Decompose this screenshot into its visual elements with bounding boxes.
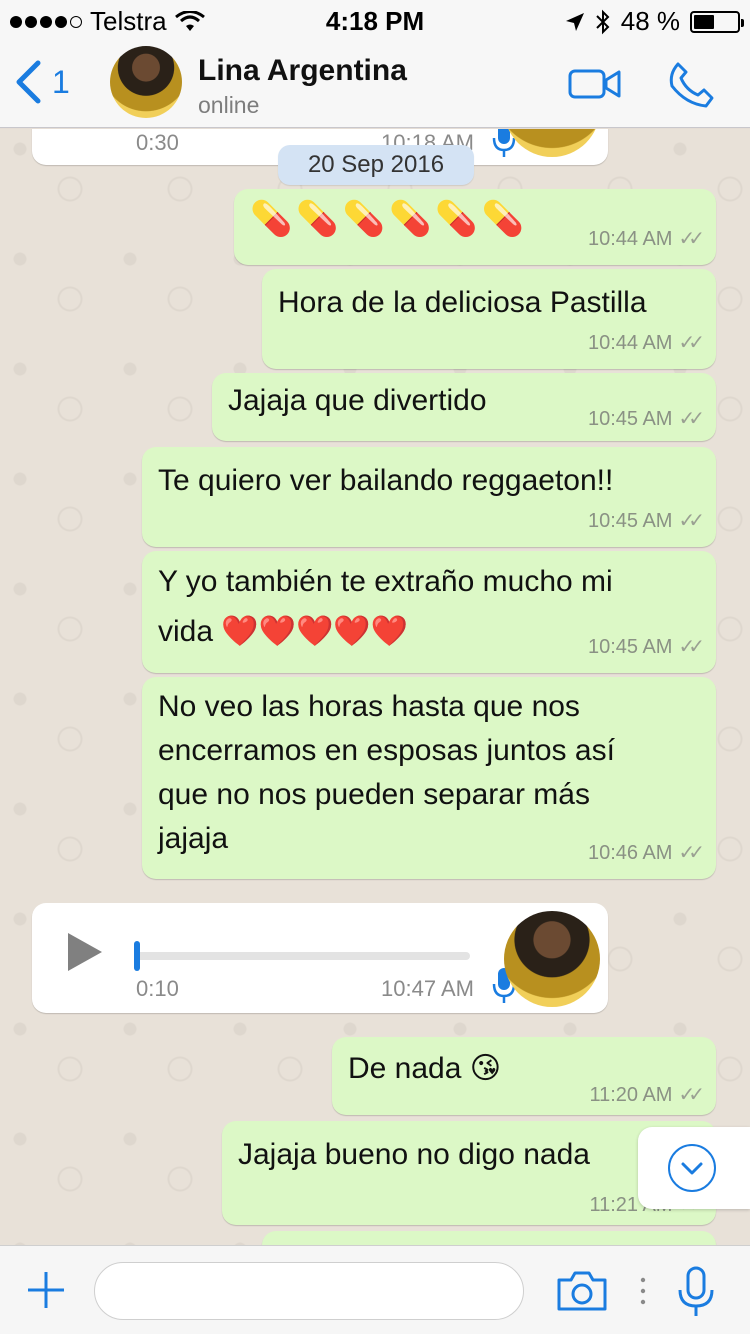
message-line: vida ❤️❤️❤️❤️❤️ [158, 615, 409, 648]
message-line: No veo las horas hasta que nos [158, 690, 580, 723]
sender-avatar [504, 911, 600, 1007]
message-bubble[interactable]: No veo las horas hasta que nos encerramo… [142, 677, 716, 879]
message-time: 11:20 AM [589, 1084, 673, 1106]
battery-icon [690, 10, 744, 33]
message-time: 10:47 AM [381, 976, 474, 1001]
sender-avatar [504, 129, 600, 157]
battery-percentage: 48 % [620, 6, 680, 36]
voice-progress-track[interactable] [136, 952, 470, 960]
status-right: 48 % [565, 6, 744, 37]
message-text: 💊💊💊💊💊💊 [250, 200, 529, 238]
message-bubble[interactable]: Jajaja que divertido 10:45 AM ✓✓ [212, 373, 716, 441]
unread-count: 1 [52, 63, 70, 100]
video-call-icon[interactable] [568, 66, 622, 102]
double-check-icon: ✓✓ [678, 636, 704, 658]
message-line: Y yo también te extraño mucho mi [158, 565, 613, 598]
message-input[interactable] [94, 1262, 524, 1320]
message-time: 10:44 AM [587, 228, 673, 250]
message-bubble-partial[interactable] [262, 1231, 716, 1245]
message-meta: 10:44 AM ✓✓ [587, 331, 705, 355]
battery-level [694, 14, 715, 29]
back-button[interactable]: 1 [14, 60, 70, 104]
message-text: Hora de la deliciosa Pastilla [278, 286, 647, 319]
voice-progress-knob[interactable] [134, 941, 140, 971]
composer-bar [0, 1245, 750, 1334]
contact-status: online [198, 92, 260, 118]
message-time: 10:45 AM [587, 636, 673, 658]
voice-duration: 0:10 [136, 976, 179, 1001]
contact-avatar[interactable] [110, 46, 182, 118]
message-text: Jajaja que divertido [228, 384, 487, 417]
contact-name[interactable]: Lina Argentina [198, 54, 407, 88]
message-meta: 11:20 AM ✓✓ [589, 1083, 704, 1107]
divider-dots [640, 1277, 646, 1305]
chat-header: 1 Lina Argentina online [0, 40, 750, 128]
location-arrow-icon [565, 12, 584, 31]
message-text: Jajaja bueno no digo nada [238, 1138, 590, 1171]
double-check-icon: ✓✓ [678, 228, 704, 250]
bluetooth-icon [596, 9, 610, 34]
phone-icon[interactable] [666, 60, 716, 110]
message-meta: 10:46 AM ✓✓ [587, 841, 705, 865]
message-time: 10:46 AM [587, 842, 673, 864]
message-bubble[interactable]: Y yo también te extraño mucho mi vida ❤️… [142, 551, 716, 673]
microphone-icon[interactable] [676, 1266, 716, 1318]
message-text: De nada 😘 [348, 1052, 502, 1085]
message-bubble[interactable]: De nada 😘 11:20 AM ✓✓ [332, 1037, 716, 1115]
message-bubble[interactable]: Hora de la deliciosa Pastilla 10:44 AM ✓… [262, 269, 716, 369]
message-time: 10:45 AM [587, 510, 673, 532]
double-check-icon: ✓✓ [678, 842, 704, 864]
scroll-to-bottom-button[interactable] [638, 1127, 750, 1209]
play-icon[interactable] [68, 933, 102, 971]
chat-area[interactable]: 0:30 10:18 AM 20 Sep 2016 💊💊💊💊💊💊 10:44 A… [0, 129, 750, 1245]
voice-duration: 0:30 [136, 130, 179, 155]
message-text: Te quiero ver bailando reggaeton!! [158, 464, 614, 497]
message-line: que no nos pueden separar más [158, 778, 590, 811]
chevron-left-icon [16, 60, 41, 104]
double-check-icon: ✓✓ [678, 1084, 704, 1106]
double-check-icon: ✓✓ [678, 510, 704, 532]
message-meta: 10:45 AM ✓✓ [587, 635, 705, 659]
message-time: 10:45 AM [587, 408, 673, 430]
voice-message[interactable]: 0:10 10:47 AM [32, 903, 608, 1013]
message-meta: 10:44 AM ✓✓ [587, 227, 705, 251]
message-bubble[interactable]: Te quiero ver bailando reggaeton!! 10:45… [142, 447, 716, 547]
double-check-icon: ✓✓ [678, 332, 704, 354]
plus-icon[interactable] [24, 1268, 68, 1312]
camera-icon[interactable] [556, 1270, 608, 1312]
message-meta: 10:45 AM ✓✓ [587, 509, 705, 533]
message-time: 10:44 AM [587, 332, 673, 354]
message-line: encerramos en esposas juntos así [158, 734, 615, 767]
date-separator: 20 Sep 2016 [278, 145, 474, 185]
message-line: jajaja [158, 822, 229, 855]
message-text: Y yo también te extraño mucho mi vida ❤️… [158, 557, 613, 657]
message-text: No veo las horas hasta que nos encerramo… [158, 685, 615, 861]
message-meta: 10:45 AM ✓✓ [587, 407, 705, 431]
status-bar: Telstra 4:18 PM 48 % [0, 0, 750, 40]
message-bubble[interactable]: 💊💊💊💊💊💊 10:44 AM ✓✓ [234, 189, 716, 265]
chevron-down-icon [668, 1144, 716, 1192]
double-check-icon: ✓✓ [678, 408, 704, 430]
